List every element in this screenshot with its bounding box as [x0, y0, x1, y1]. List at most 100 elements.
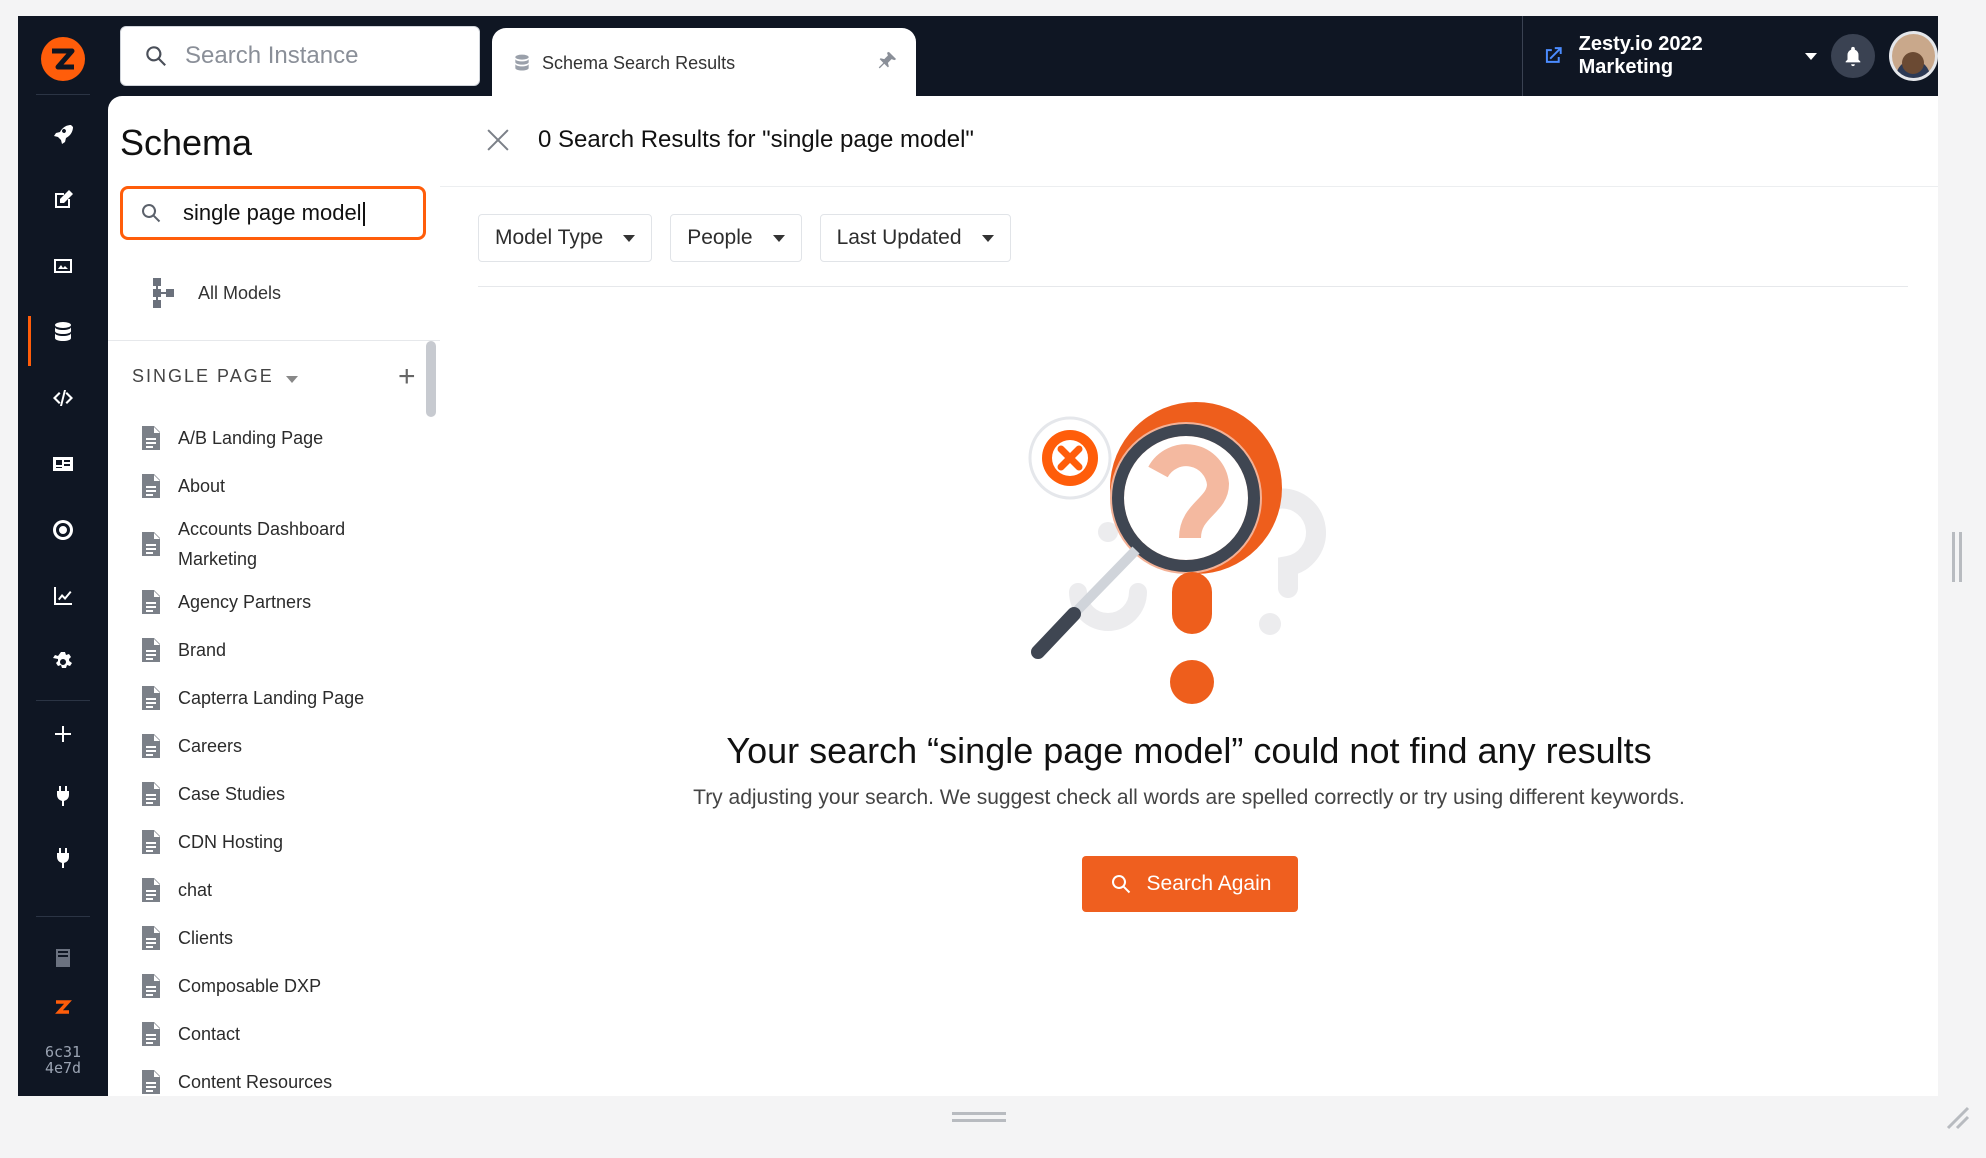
model-name: Agency Partners — [178, 592, 312, 612]
search-instance-placeholder: Search Instance — [185, 42, 359, 69]
external-link-icon[interactable] — [1541, 44, 1565, 68]
image-icon[interactable] — [43, 246, 83, 286]
model-list-item[interactable]: CDN Hosting — [140, 818, 420, 866]
divider — [108, 340, 440, 341]
plug-icon[interactable] — [43, 776, 83, 816]
edit-icon[interactable] — [43, 180, 83, 220]
schema-search-input[interactable]: single page model — [120, 186, 426, 240]
file-icon — [142, 1070, 160, 1094]
model-list-item[interactable]: Contact — [140, 1010, 420, 1058]
chevron-down-icon — [623, 234, 636, 242]
notifications-button[interactable] — [1831, 34, 1875, 78]
model-name: A/B Landing Page — [178, 428, 324, 448]
panel-title: Schema — [120, 122, 253, 163]
resize-corner-icon[interactable] — [1944, 1104, 1970, 1130]
file-icon — [142, 686, 160, 710]
search-instance-input[interactable]: Search Instance — [120, 26, 480, 86]
tab-schema-search-results[interactable]: Schema Search Results — [492, 28, 916, 98]
model-list: A/B Landing Page About Accounts Dashboard … — [140, 414, 420, 1096]
code-icon[interactable] — [43, 378, 83, 418]
add-model-button[interactable]: + — [398, 362, 416, 392]
tree-icon — [153, 278, 174, 308]
schema-panel: Schema single page model All Models SING… — [108, 96, 440, 1096]
close-icon[interactable] — [486, 128, 510, 152]
model-name: chat — [178, 880, 213, 900]
chevron-down-icon[interactable] — [1805, 52, 1818, 60]
model-name: Composable DXP — [178, 976, 322, 996]
database-icon — [515, 54, 529, 71]
plus-icon[interactable] — [43, 714, 83, 754]
divider — [478, 286, 1908, 287]
file-icon — [142, 830, 160, 854]
scrollbar[interactable] — [426, 341, 436, 417]
avatar[interactable] — [1888, 31, 1938, 81]
instance-header: Zesty.io 2022 Marketing — [1522, 16, 1938, 96]
model-list-item[interactable]: Content Resources — [140, 1058, 420, 1096]
book-icon[interactable] — [43, 938, 83, 978]
section-header-single-page[interactable]: SINGLE PAGE — [132, 366, 274, 387]
bell-icon — [1845, 46, 1861, 67]
search-again-button[interactable]: Search Again — [1082, 856, 1298, 912]
model-name: Careers — [178, 736, 243, 756]
filter-model-type[interactable]: Model Type — [478, 214, 653, 262]
pin-icon[interactable] — [876, 50, 898, 72]
model-list-item[interactable]: A/B Landing Page — [140, 414, 420, 462]
gear-icon[interactable] — [43, 642, 83, 682]
model-list-item[interactable]: About — [140, 462, 420, 510]
file-icon — [142, 734, 160, 758]
zesty-logo-icon[interactable] — [43, 988, 83, 1028]
filter-last-updated[interactable]: Last Updated — [819, 214, 1011, 262]
rail-divider — [36, 916, 90, 917]
filter-bar: Model Type People Last Updated — [478, 214, 1011, 262]
instance-name[interactable]: Zesty.io 2022 Marketing — [1579, 33, 1800, 79]
model-list-item[interactable]: Careers — [140, 722, 420, 770]
schema-search-value: single page model — [183, 200, 365, 226]
model-name: Accounts Dashboard Marketing — [178, 519, 346, 569]
vertical-resize-handle[interactable] — [1952, 532, 1962, 582]
model-name: Contact — [178, 1024, 241, 1044]
left-rail: 6c31 4e7d — [18, 16, 108, 1096]
empty-state-subtitle: Try adjusting your search. We suggest ch… — [693, 786, 1685, 809]
file-icon — [142, 638, 160, 662]
model-name: Content Resources — [178, 1072, 333, 1092]
empty-state-title: Your search “single page model” could no… — [726, 730, 1652, 771]
zesty-logo-icon[interactable] — [38, 34, 88, 84]
model-list-item[interactable]: Accounts Dashboard Marketing — [140, 510, 420, 578]
model-list-item[interactable]: Capterra Landing Page — [140, 674, 420, 722]
model-name: Case Studies — [178, 784, 286, 804]
active-indicator — [28, 316, 31, 366]
build-hash-line: 4e7d — [44, 1059, 82, 1077]
file-icon — [142, 426, 160, 450]
search-again-label: Search Again — [1146, 872, 1272, 895]
filter-people[interactable]: People — [670, 214, 802, 262]
plug-icon[interactable] — [43, 838, 83, 878]
all-models-link[interactable]: All Models — [148, 276, 281, 310]
model-list-item[interactable]: Clients — [140, 914, 420, 962]
no-results-illustration — [1028, 402, 1326, 704]
file-icon — [142, 926, 160, 950]
filter-label: Model Type — [495, 226, 604, 249]
file-icon — [142, 974, 160, 998]
database-icon[interactable] — [43, 312, 83, 352]
model-list-item[interactable]: Agency Partners — [140, 578, 420, 626]
file-icon — [142, 590, 160, 614]
rail-divider — [36, 94, 90, 95]
id-card-icon[interactable] — [43, 444, 83, 484]
rail-divider — [36, 700, 90, 701]
chart-icon[interactable] — [43, 576, 83, 616]
horizontal-resize-handle[interactable] — [952, 1112, 1006, 1122]
build-hash: 6c31 4e7d — [36, 1044, 90, 1076]
target-icon[interactable] — [43, 510, 83, 550]
model-list-item[interactable]: Case Studies — [140, 770, 420, 818]
chevron-down-icon — [981, 234, 994, 242]
model-name: About — [178, 476, 226, 496]
tab-label: Schema Search Results — [542, 52, 736, 73]
model-list-item[interactable]: Composable DXP — [140, 962, 420, 1010]
chevron-down-icon[interactable] — [286, 376, 298, 383]
model-list-item[interactable]: Brand — [140, 626, 420, 674]
rocket-icon[interactable] — [43, 114, 83, 154]
results-title: 0 Search Results for "single page model" — [538, 126, 974, 153]
model-name: CDN Hosting — [178, 832, 284, 852]
model-list-item[interactable]: chat — [140, 866, 420, 914]
search-icon — [142, 204, 161, 223]
